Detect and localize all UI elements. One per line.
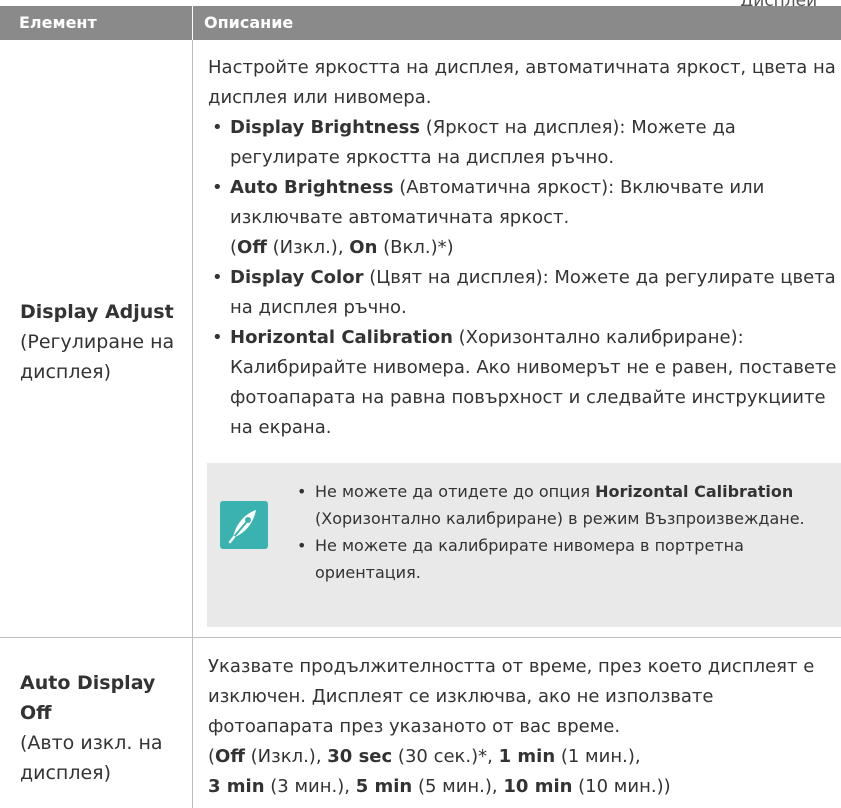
option-text: (1 мин.), xyxy=(555,746,641,767)
option-term: 5 min xyxy=(355,776,413,797)
option-term: 30 sec xyxy=(327,746,393,767)
row-description-auto-display-off: Указвате продължителността от време, пре… xyxy=(208,652,837,802)
option-text: (Изкл.), xyxy=(244,746,328,767)
row-name-sub: (Авто изкл. на дисплея) xyxy=(20,732,163,784)
note-item: Не можете да отидете до опция Horizontal… xyxy=(297,478,831,532)
note-text: Не можете да отидете до опция xyxy=(315,482,596,501)
note-pen-icon xyxy=(220,501,268,549)
option-text: (30 сек.)*, xyxy=(392,746,499,767)
note-term: Horizontal Calibration xyxy=(595,482,794,501)
description-bullets: Display Brightness (Яркост на дисплея): … xyxy=(208,113,837,443)
column-header-description: Описание xyxy=(204,13,294,32)
row-name-bold: Auto Display Off xyxy=(20,672,156,724)
bullet-auto-brightness: Auto Brightness (Автоматична яркост): Вк… xyxy=(208,173,837,263)
option-text: (10 мин.)) xyxy=(572,776,671,797)
row-name-sub: (Регулиране на дисплея) xyxy=(20,331,175,383)
option-term: 3 min xyxy=(208,776,265,797)
option-term: On xyxy=(349,237,378,258)
row-name-bold: Display Adjust xyxy=(20,301,174,323)
bullet-term: Display Color xyxy=(230,267,364,288)
bullet-term: Horizontal Calibration xyxy=(230,327,453,348)
description-options: (Off (Изкл.), 30 sec (30 сек.)*, 1 min (… xyxy=(208,746,671,797)
option-term: 10 min xyxy=(503,776,573,797)
option-text: (Изкл.), xyxy=(266,237,350,258)
column-header-element: Елемент xyxy=(19,13,97,32)
option-text: (Вкл.)*) xyxy=(377,237,454,258)
note-box: Не можете да отидете до опция Horizontal… xyxy=(207,463,841,627)
option-term: Off xyxy=(237,237,267,258)
option-text: (3 мин.), xyxy=(264,776,356,797)
note-item: Не можете да калибрирате нивомера в порт… xyxy=(297,532,831,586)
options-open: ( xyxy=(230,237,238,258)
column-divider xyxy=(192,40,193,808)
note-text: Не можете да калибрирате нивомера в порт… xyxy=(315,536,744,582)
note-text: (Хоризонтално калибриране) в режим Възпр… xyxy=(315,509,805,528)
bullet-display-color: Display Color (Цвят на дисплея): Можете … xyxy=(208,263,837,323)
bullet-display-brightness: Display Brightness (Яркост на дисплея): … xyxy=(208,113,837,173)
header-divider xyxy=(192,6,193,40)
row-divider xyxy=(0,637,841,638)
row-description-display-adjust: Настройте яркостта на дисплея, автоматич… xyxy=(208,53,837,443)
option-term: 1 min xyxy=(498,746,556,767)
option-term: Off xyxy=(215,746,245,767)
row-name-display-adjust: Display Adjust (Регулиране на дисплея) xyxy=(20,297,188,387)
bullet-term: Display Brightness xyxy=(230,117,420,138)
description-text: Указвате продължителността от време, пре… xyxy=(208,656,815,737)
table-header: Елемент Описание xyxy=(0,6,841,40)
description-intro: Настройте яркостта на дисплея, автоматич… xyxy=(208,57,836,108)
bullet-horizontal-calibration: Horizontal Calibration (Хоризонтално кал… xyxy=(208,323,837,443)
option-text: (5 мин.), xyxy=(412,776,504,797)
note-list: Не можете да отидете до опция Horizontal… xyxy=(297,478,831,586)
row-name-auto-display-off: Auto Display Off (Авто изкл. на дисплея) xyxy=(20,668,188,788)
bullet-term: Auto Brightness xyxy=(230,177,394,198)
